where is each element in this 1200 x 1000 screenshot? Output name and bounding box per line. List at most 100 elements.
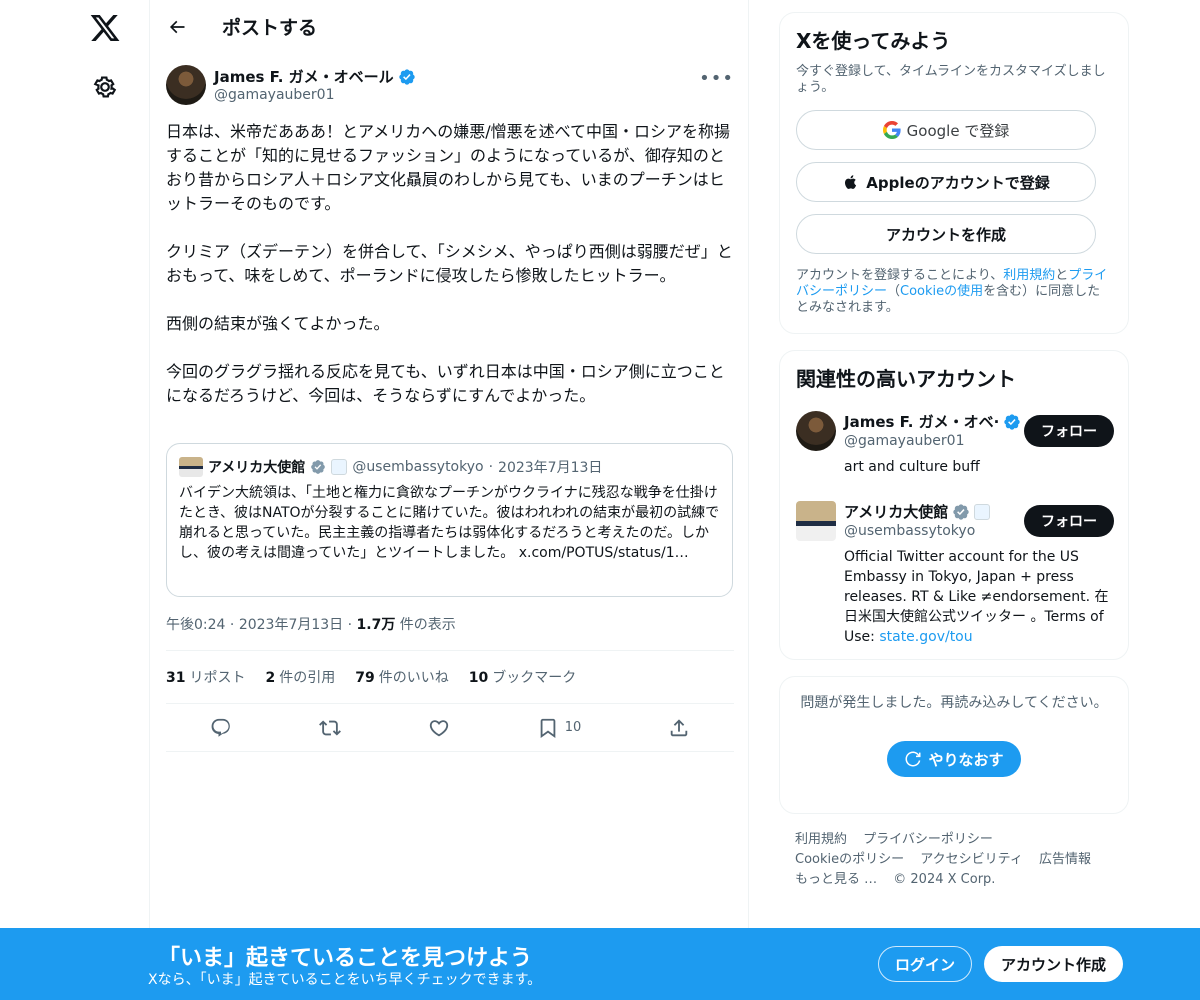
terms-link[interactable]: 利用規約	[1003, 268, 1055, 283]
create-account-button[interactable]: アカウントを作成	[796, 214, 1096, 254]
related-account-item[interactable]: アメリカ大使館 @usembassytokyo Official Twitter…	[796, 501, 1114, 651]
likes-stat[interactable]: 79 件のいいね	[355, 667, 448, 687]
footer-link-terms[interactable]: 利用規約	[795, 832, 847, 847]
bookmark-count: 10	[564, 720, 582, 735]
quoted-author-name: アメリカ大使館	[208, 460, 306, 476]
legal-paren: （	[887, 284, 901, 299]
account-bio: art and culture buff	[844, 459, 980, 475]
author-name-row[interactable]: James F. ガメ・オベール	[214, 66, 416, 87]
post-actions: 10	[166, 704, 734, 752]
bookmark-button[interactable]: 10	[537, 717, 582, 739]
author-handle[interactable]: @gamayauber01	[214, 87, 335, 103]
signup-card: Xを使ってみよう 今すぐ登録して、タイムラインをカスタマイズしましょう。 Goo…	[779, 12, 1129, 334]
account-bio: Official Twitter account for the US Emba…	[844, 547, 1114, 647]
google-signup-button[interactable]: Google で登録	[796, 110, 1096, 150]
views-label: 件の表示	[399, 617, 456, 633]
author-name[interactable]: James F. ガメ・オベール	[214, 66, 394, 87]
bookmark-icon	[540, 718, 556, 738]
account-name: アメリカ大使館	[844, 503, 949, 521]
reposts-stat[interactable]: 31 リポスト	[166, 667, 245, 687]
signup-legal: アカウントを登録することにより、利用規約とプライバシーポリシー（Cookieの使…	[796, 268, 1112, 316]
post-timestamp: 午後0:24 · 2023年7月13日 · 1.7万 件の表示	[166, 614, 456, 634]
like-button[interactable]	[428, 717, 450, 739]
reply-button[interactable]	[210, 717, 232, 739]
embassy-logo-icon	[179, 457, 203, 477]
affiliation-badge-icon	[331, 459, 348, 475]
retry-button[interactable]: やりなおす	[887, 741, 1021, 777]
account-name-row[interactable]: アメリカ大使館	[844, 501, 991, 522]
legal-and: と	[1055, 268, 1069, 283]
footer-link-cookie[interactable]: Cookieのポリシー	[795, 852, 904, 867]
dot-separator: ·	[488, 459, 494, 475]
signup-button[interactable]: アカウント作成	[984, 946, 1123, 982]
apple-signup-label: Appleのアカウントで登録	[866, 173, 1050, 192]
more-options-icon[interactable]: •••	[699, 68, 734, 89]
embassy-logo-icon[interactable]	[796, 501, 836, 541]
banner-title: 「いま」起きていることを見つけよう	[158, 946, 533, 971]
page-title: ポストする	[222, 17, 318, 39]
post-paragraph: 今回のグラグラ揺れる反応を見ても、いずれ日本は中国・ロシア側に立つことになるだろ…	[166, 362, 725, 405]
login-button[interactable]: ログイン	[878, 946, 972, 982]
post-author: James F. ガメ・オベール @gamayauber01 •••	[166, 64, 734, 108]
error-card: 問題が発生しました。再読み込みしてください。 やりなおす	[779, 676, 1129, 814]
apple-signup-button[interactable]: Appleのアカウントで登録	[796, 162, 1096, 202]
legal-text: アカウントを登録することにより、	[796, 268, 1004, 283]
bookmarks-count: 10	[468, 670, 489, 686]
quoted-author-handle: @usembassytokyo	[352, 459, 484, 475]
related-account-item[interactable]: James F. ガメ・オベ· @gamayauber01 art and cu…	[796, 411, 1114, 491]
footer-link-privacy[interactable]: プライバシーポリシー	[863, 832, 993, 847]
gray-verified-badge-icon	[311, 460, 326, 474]
post-time[interactable]: 午後0:24	[166, 617, 225, 633]
post-paragraph: クリミア（ズデーテン）を併合して、「シメシメ、やっぱり西側は弱腰だぜ」とおもって…	[166, 242, 733, 285]
account-name: James F. ガメ・オベ·	[844, 413, 1000, 431]
quotes-count: 2	[265, 670, 276, 686]
likes-count: 79	[355, 670, 375, 686]
refresh-icon	[905, 751, 921, 767]
quotes-stat[interactable]: 2 件の引用	[265, 667, 335, 687]
reposts-count: 31	[166, 670, 186, 686]
repost-button[interactable]	[318, 717, 341, 739]
apple-icon	[845, 175, 857, 189]
account-name-row[interactable]: James F. ガメ・オベ·	[844, 411, 1021, 432]
reposts-label: リポスト	[189, 670, 246, 686]
avatar[interactable]	[796, 411, 836, 451]
avatar[interactable]	[166, 65, 206, 105]
views-count: 1.7万	[356, 617, 396, 633]
quoted-post[interactable]: アメリカ大使館 @usembassytokyo · 2023年7月13日 バイデ…	[166, 443, 733, 597]
banner-subtitle: Xなら、「いま」起きていることをいち早くチェックできます。	[148, 972, 542, 988]
verified-badge-icon	[1004, 413, 1021, 430]
share-button[interactable]	[668, 717, 690, 739]
account-handle: @usembassytokyo	[844, 523, 976, 539]
gear-icon[interactable]	[92, 74, 118, 100]
quoted-post-header: アメリカ大使館 @usembassytokyo · 2023年7月13日	[179, 456, 720, 478]
related-accounts-card: 関連性の高いアカウント James F. ガメ・オベ· @gamayauber0…	[779, 350, 1129, 660]
signup-subtitle: 今すぐ登録して、タイムラインをカスタマイズしましょう。	[796, 64, 1106, 95]
post-text: 日本は、米帝だあああ！とアメリカへの嫌悪/憎悪を述べて中国・ロシアを称揚すること…	[166, 120, 734, 408]
left-nav	[0, 0, 149, 1000]
affiliation-badge-icon	[974, 503, 991, 520]
bio-link[interactable]: state.gov/tou	[879, 629, 972, 645]
x-logo-icon[interactable]	[89, 12, 121, 44]
post-paragraph: 日本は、米帝だあああ！とアメリカへの嫌悪/憎悪を述べて中国・ロシアを称揚すること…	[166, 122, 730, 213]
main-column: ポストする James F. ガメ・オベール @gamayauber01 •••…	[149, 0, 749, 1000]
signup-title: Xを使ってみよう	[796, 29, 951, 53]
back-arrow-icon[interactable]	[166, 16, 188, 38]
error-message: 問題が発生しました。再読み込みしてください。	[800, 695, 1108, 711]
dot-separator: ·	[347, 617, 357, 633]
likes-label: 件のいいね	[378, 670, 449, 686]
post-date[interactable]: 2023年7月13日	[239, 617, 343, 633]
dot-separator: ·	[229, 617, 239, 633]
post-stats: 31 リポスト 2 件の引用 79 件のいいね 10 ブックマーク	[166, 650, 734, 704]
footer-link-accessibility[interactable]: アクセシビリティ	[920, 852, 1023, 867]
related-title: 関連性の高いアカウント	[796, 367, 1016, 391]
cookie-link[interactable]: Cookieの使用	[900, 284, 983, 299]
follow-button[interactable]: フォロー	[1024, 415, 1114, 447]
follow-button[interactable]: フォロー	[1024, 505, 1114, 537]
retry-label: やりなおす	[928, 750, 1004, 769]
footer-link-more[interactable]: もっと見る …	[795, 872, 877, 887]
top-bar: ポストする	[150, 0, 748, 53]
footer-link-ads[interactable]: 広告情報	[1039, 852, 1091, 867]
repost-icon	[318, 720, 341, 735]
footer-copyright: © 2024 X Corp.	[893, 872, 996, 887]
bookmarks-stat[interactable]: 10 ブックマーク	[469, 667, 576, 687]
